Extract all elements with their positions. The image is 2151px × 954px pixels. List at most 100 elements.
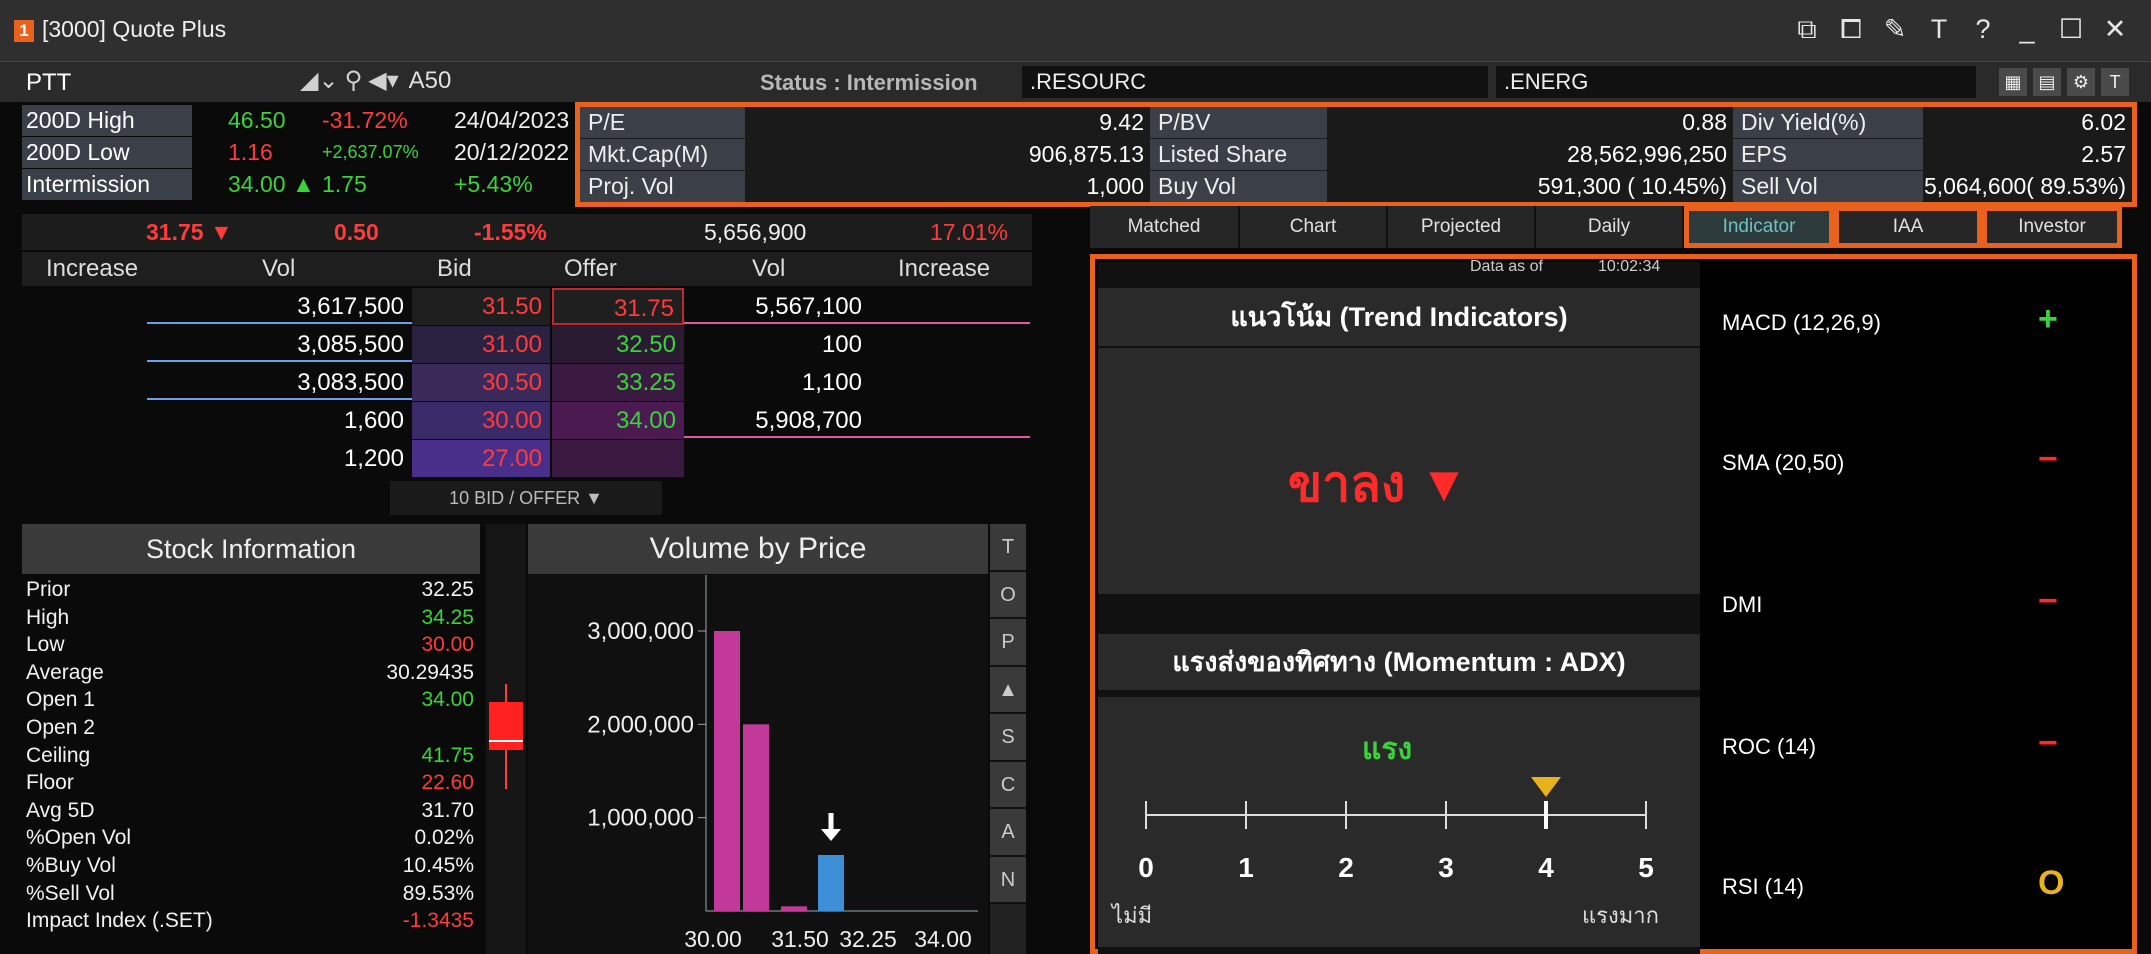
high-low-label[interactable]: 200D Low — [22, 137, 192, 168]
bid-volume: 3,085,500 — [297, 331, 404, 358]
stock-info-row: Floor 22.60 — [22, 769, 474, 797]
high-low-change: +2,637.07% — [322, 142, 419, 162]
stat-value: 2.57 — [2081, 141, 2126, 167]
adx-tick-label: 1 — [1238, 852, 1254, 883]
sector-resource[interactable]: .RESOURC — [1022, 66, 1488, 98]
font-icon[interactable]: T — [1925, 14, 1953, 46]
side-button[interactable]: O — [990, 571, 1026, 619]
bid-price[interactable]: 30.50 — [412, 364, 550, 401]
tab-chart[interactable]: Chart — [1240, 206, 1388, 248]
bid-price[interactable]: 27.00 — [412, 440, 550, 477]
help-icon[interactable]: ? — [1969, 14, 1997, 46]
stat-label: Proj. Vol — [580, 171, 745, 202]
stock-info-value: 41.75 — [421, 743, 474, 767]
stock-info-row: Open 1 34.00 — [22, 686, 474, 714]
stat-label: Div Yield(%) — [1733, 107, 1923, 138]
vbp-bar — [781, 906, 807, 911]
orderbook-header: Increase Vol Bid Offer Vol Increase — [22, 252, 1032, 286]
stock-info-key: High — [26, 605, 70, 629]
close-icon[interactable]: ✕ — [2101, 14, 2129, 46]
offer-price[interactable]: 31.75 — [552, 288, 684, 325]
x-tick-label: 34.00 — [914, 926, 972, 952]
vbp-bar — [818, 855, 844, 911]
stock-info-key: %Sell Vol — [26, 881, 115, 905]
offer-price[interactable] — [552, 440, 684, 477]
layout-alt-icon[interactable]: ▤ — [2033, 68, 2061, 96]
bid-price[interactable]: 31.50 — [412, 288, 550, 325]
indicator-name: SMA (20,50) — [1722, 450, 1845, 475]
popout-icon[interactable]: ⧉ — [1793, 14, 1821, 46]
more-bid-offer-button[interactable]: 10 BID / OFFER ▼ — [390, 481, 662, 515]
trend-title: แนวโน้ม (Trend Indicators) — [1098, 288, 1700, 346]
side-button[interactable]: C — [990, 761, 1026, 809]
window-controls: ⧉ ⧠ ✎ T ? _ ☐ ✕ — [1793, 14, 2129, 46]
orderbook-row: 1,600 30.00 34.00 5,908,700 — [22, 402, 1032, 439]
vbp-svg: 3,000,000 2,000,000 1,000,000 30.00 31.50 32.… — [587, 575, 978, 952]
tab-indicator[interactable]: Indicator — [1684, 206, 1834, 248]
offer-volume: 1,100 — [801, 369, 862, 396]
orderbook-row: 3,083,500 30.50 33.25 1,100 — [22, 364, 1032, 401]
high-low-label[interactable]: 200D High — [22, 105, 192, 136]
dropdown-icon[interactable]: ◢⌄ — [300, 66, 339, 95]
bid-price[interactable]: 31.00 — [412, 326, 550, 363]
pin-icon[interactable]: ✎ — [1881, 14, 1909, 46]
stock-info-row: %Buy Vol 10.45% — [22, 852, 474, 880]
market-status: Status : Intermission — [760, 70, 978, 95]
y-tick-label: 2,000,000 — [587, 711, 694, 738]
stock-info-value: 89.53% — [402, 881, 474, 905]
indicator-name: ROC (14) — [1722, 734, 1817, 759]
indicator-name: RSI (14) — [1722, 874, 1804, 899]
offer-price[interactable]: 34.00 — [552, 402, 684, 439]
layout-icon[interactable]: ▦ — [1999, 68, 2027, 96]
high-low-row: 200D Low 1.16 +2,637.07% 20/12/2022 — [22, 137, 582, 168]
y-tick-label: 1,000,000 — [587, 805, 694, 832]
text-icon[interactable]: T — [2101, 68, 2129, 96]
offer-volume — [684, 440, 870, 477]
mini-candle-panel — [486, 524, 526, 954]
stock-info-row: Ceiling 41.75 — [22, 742, 474, 770]
minimize-icon[interactable]: _ — [2013, 14, 2041, 46]
stock-info-row: %Open Vol 0.02% — [22, 824, 474, 852]
symbol-input[interactable]: PTT — [22, 67, 312, 99]
tab-daily[interactable]: Daily — [1536, 206, 1684, 248]
trend-signal: ขาลง ▼ — [1288, 456, 1469, 512]
col-increase-bid: Increase — [46, 255, 139, 282]
mode-label: A50 — [408, 66, 452, 94]
offer-price[interactable]: 32.50 — [552, 326, 684, 363]
bid-volume: 1,600 — [343, 407, 404, 434]
side-button[interactable]: T — [990, 524, 1026, 572]
high-low-change: -31.72% — [322, 107, 408, 133]
side-button[interactable]: N — [990, 856, 1026, 904]
tab-matched[interactable]: Matched — [1090, 206, 1240, 248]
tab-investor[interactable]: Investor — [1982, 206, 2122, 248]
stock-info-value: 30.00 — [421, 633, 474, 657]
high-low-row: Intermission 34.00 ▲ 1.75 +5.43% — [22, 169, 582, 200]
maximize-icon[interactable]: ☐ — [2057, 14, 2085, 46]
data-as-of-time: 10:02:34 — [1598, 258, 1661, 275]
stock-info-key: Avg 5D — [26, 798, 95, 822]
side-button[interactable]: ▲ — [990, 666, 1026, 714]
bid-price[interactable]: 30.00 — [412, 402, 550, 439]
symbol-controls: ◢⌄ ⚲ ◀▾ A50 — [300, 66, 451, 95]
restore-icon[interactable]: ⧠ — [1837, 14, 1865, 46]
stat-label: Buy Vol — [1150, 171, 1327, 202]
stat-value: 1,000 — [1086, 173, 1144, 199]
stock-info-row: High 34.25 — [22, 604, 474, 632]
search-icon[interactable]: ⚲ — [345, 66, 363, 95]
high-low-label[interactable]: Intermission — [22, 169, 192, 200]
gear-icon[interactable]: ⚙ — [2067, 68, 2095, 96]
total-volume: 5,656,900 — [704, 219, 807, 245]
high-low-change: 1.75 — [322, 171, 367, 197]
side-button[interactable]: A — [990, 809, 1026, 857]
stock-info-key: Open 2 — [26, 716, 95, 739]
speaker-icon[interactable]: ◀▾ — [368, 66, 399, 95]
side-button[interactable]: S — [990, 714, 1026, 762]
stock-info-key: Floor — [26, 771, 74, 795]
offer-price[interactable]: 33.25 — [552, 364, 684, 401]
tab-projected[interactable]: Projected — [1388, 206, 1536, 248]
tab-iaa[interactable]: IAA — [1834, 206, 1982, 248]
high-low-date: 20/12/2022 — [454, 139, 570, 165]
high-low-price: 1.16 — [228, 139, 273, 165]
sector-energy[interactable]: .ENERG — [1496, 66, 1976, 98]
side-button[interactable]: P — [990, 619, 1026, 667]
